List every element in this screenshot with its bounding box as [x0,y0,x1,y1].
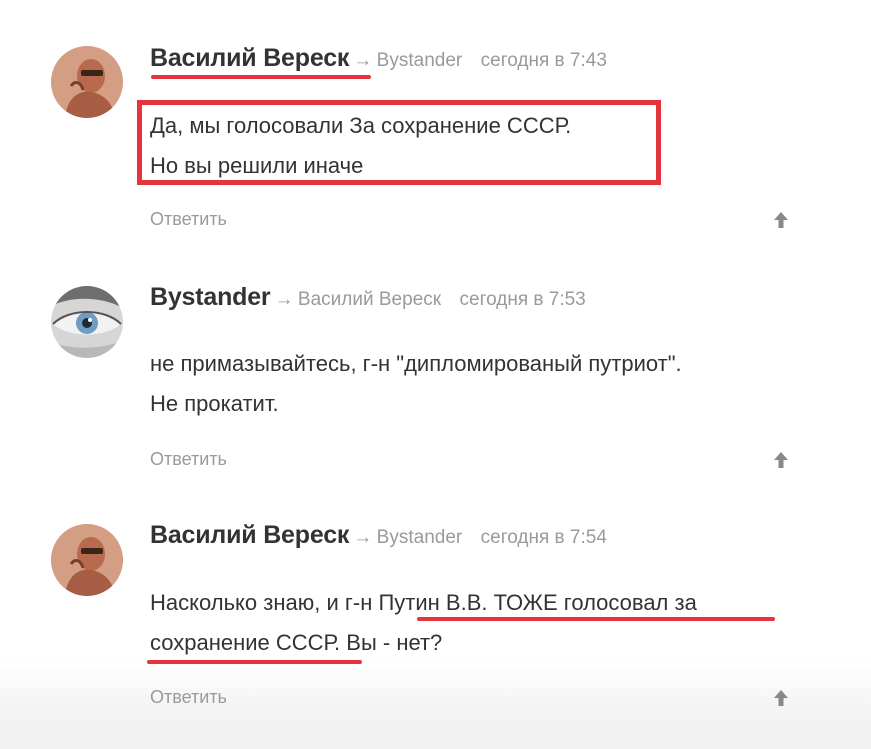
bottom-fade [0,660,871,749]
comment-text: Насколько знаю, и г-н Путин В.В. ТОЖЕ го… [150,583,697,663]
reply-to-name[interactable]: Bystander [377,527,463,548]
avatar[interactable] [51,524,123,596]
reply-button[interactable]: Ответить [150,687,227,708]
arrow-up-icon [774,212,788,228]
reply-arrow: → [353,527,373,548]
highlight-underline-author [151,75,371,79]
comment-meta: Bystander → Василий Вереск сегодня в 7:53 [150,283,586,312]
highlight-underline-quote [147,660,362,664]
comment-line: не примазывайтесь, г-н "дипломированый п… [150,351,682,376]
reply-arrow: → [274,289,294,310]
author-name[interactable]: Василий Вереск [150,521,349,549]
timestamp[interactable]: сегодня в 7:53 [460,289,586,310]
comment-line: Но вы решили иначе [150,153,364,178]
comment-text: не примазывайтесь, г-н "дипломированый п… [150,344,682,424]
upvote-button[interactable] [772,211,790,229]
upvote-button[interactable] [772,689,790,707]
comment-text: Да, мы голосовали За сохранение СССР. Но… [150,106,571,186]
comment-meta: Василий Вереск → Bystander сегодня в 7:54 [150,521,607,550]
arrow-up-icon [774,690,788,706]
highlight-underline-quote [417,617,775,621]
reply-button[interactable]: Ответить [150,449,227,470]
comment-line: Да, мы голосовали За сохранение СССР. [150,113,572,138]
reply-arrow: → [353,50,373,71]
comment-line: сохранение СССР. Вы - нет? [150,630,443,655]
reply-to-name[interactable]: Василий Вереск [298,289,441,310]
eye-avatar-icon [51,286,123,358]
comment-line: Не прокатит. [150,391,279,416]
portrait-avatar-icon [51,46,123,118]
upvote-button[interactable] [772,451,790,469]
reply-to-name[interactable]: Bystander [377,50,463,71]
arrow-up-icon [774,452,788,468]
author-name[interactable]: Василий Вереск [150,44,349,72]
avatar[interactable] [51,46,123,118]
comment-meta: Василий Вереск → Bystander сегодня в 7:43 [150,44,607,73]
timestamp[interactable]: сегодня в 7:54 [481,527,607,548]
portrait-avatar-icon [51,524,123,596]
reply-button[interactable]: Ответить [150,209,227,230]
author-name[interactable]: Bystander [150,283,271,311]
avatar[interactable] [51,286,123,358]
timestamp[interactable]: сегодня в 7:43 [481,50,607,71]
